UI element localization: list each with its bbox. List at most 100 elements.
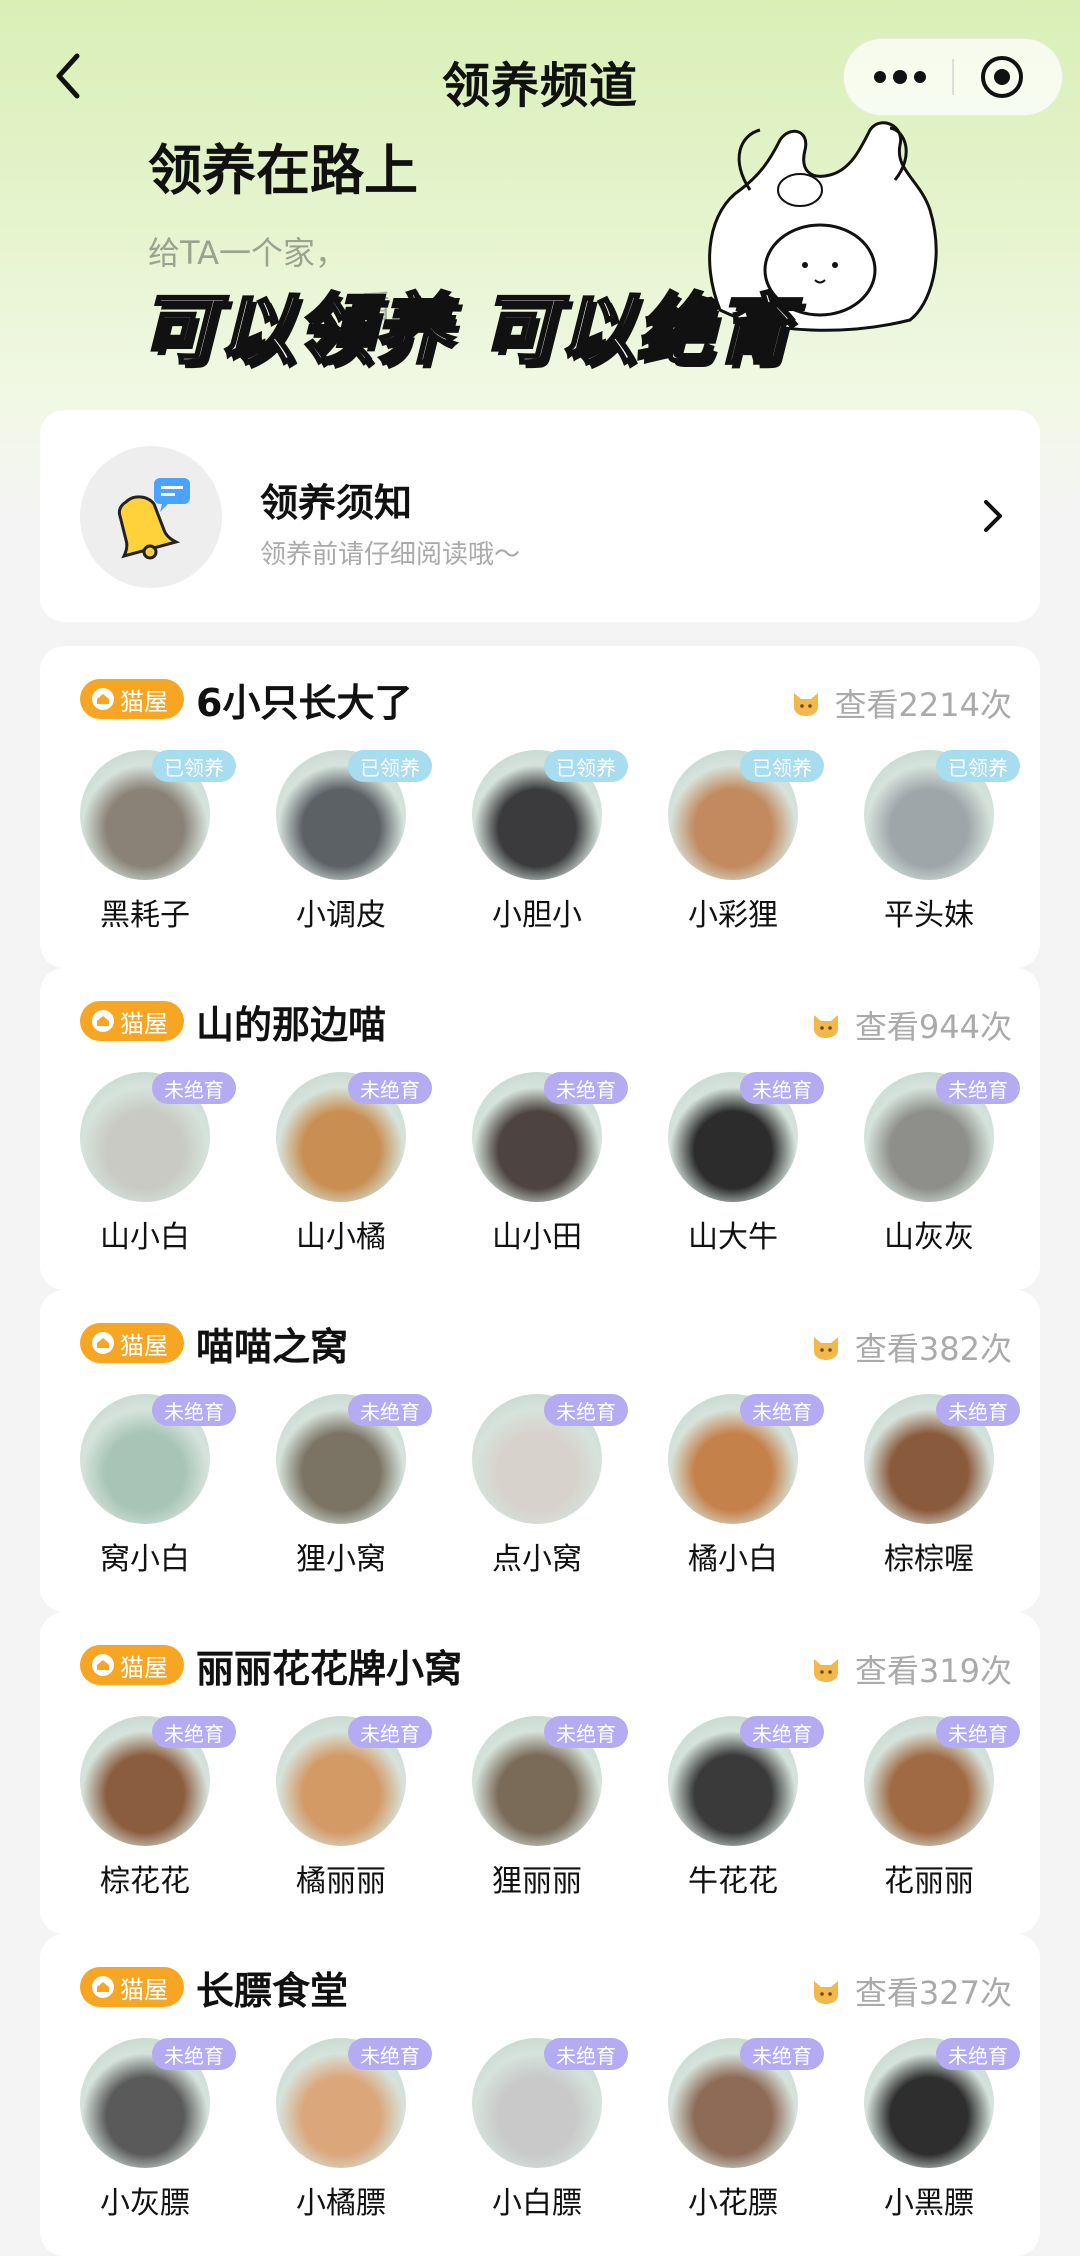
status-badge: 已领养 bbox=[348, 750, 432, 782]
status-badge: 已领养 bbox=[740, 750, 824, 782]
status-badge: 未绝育 bbox=[936, 1394, 1020, 1426]
status-badge: 未绝育 bbox=[740, 1716, 824, 1748]
cat-item[interactable]: 未绝育 小灰膘 bbox=[40, 2038, 236, 2228]
tag-label: 猫屋 bbox=[120, 1975, 168, 2004]
cat-item[interactable]: 未绝育 山小田 bbox=[432, 1072, 628, 1262]
cat-name: 黑耗子 bbox=[100, 898, 190, 933]
cat-house-card[interactable]: 猫屋 长膘食堂 查看327次 未绝育 小灰膘 未绝育 小橘膘 未绝育 小白膘 未… bbox=[40, 1934, 1040, 2256]
cat-item[interactable]: 未绝育 棕棕喔 bbox=[824, 1394, 1020, 1584]
cat-face-icon bbox=[793, 693, 818, 716]
cat-house-tag: 猫屋 bbox=[80, 1967, 184, 2007]
cat-item[interactable]: 未绝育 狸丽丽 bbox=[432, 1716, 628, 1906]
cat-name: 小胆小 bbox=[492, 898, 582, 933]
cat-house-tag: 猫屋 bbox=[80, 1323, 184, 1363]
cat-item[interactable]: 已领养 小调皮 bbox=[236, 750, 432, 940]
chevron-right-icon bbox=[984, 500, 1002, 532]
cat-item[interactable]: 已领养 黑耗子 bbox=[40, 750, 236, 940]
cat-name: 小调皮 bbox=[296, 898, 386, 933]
cat-item[interactable]: 未绝育 点小窝 bbox=[432, 1394, 628, 1584]
view-count[interactable]: 查看2214次 bbox=[791, 680, 1012, 726]
cat-name: 狸小窝 bbox=[296, 1542, 386, 1577]
cat-item[interactable]: 未绝育 牛花花 bbox=[628, 1716, 824, 1906]
cat-item[interactable]: 未绝育 山大牛 bbox=[628, 1072, 824, 1262]
cat-name: 牛花花 bbox=[688, 1864, 778, 1899]
status-badge: 未绝育 bbox=[936, 1716, 1020, 1748]
view-count-label: 查看382次 bbox=[854, 1330, 1012, 1368]
tag-label: 猫屋 bbox=[120, 1653, 168, 1682]
cat-face-icon bbox=[813, 1659, 838, 1682]
cat-item[interactable]: 未绝育 窝小白 bbox=[40, 1394, 236, 1584]
mini-program-capsule bbox=[843, 38, 1063, 116]
cat-name: 小黑膘 bbox=[884, 2186, 974, 2221]
cat-house-tag: 猫屋 bbox=[80, 679, 184, 719]
cat-name: 山小田 bbox=[492, 1220, 582, 1255]
bell-icon-wrap bbox=[80, 446, 222, 588]
notice-title: 领养须知 bbox=[260, 481, 413, 525]
status-badge: 未绝育 bbox=[544, 1394, 628, 1426]
status-badge: 未绝育 bbox=[348, 1394, 432, 1426]
view-count[interactable]: 查看327次 bbox=[811, 1968, 1012, 2014]
cat-house-card[interactable]: 猫屋 喵喵之窝 查看382次 未绝育 窝小白 未绝育 狸小窝 未绝育 点小窝 未… bbox=[40, 1290, 1040, 1612]
cat-item[interactable]: 未绝育 花丽丽 bbox=[824, 1716, 1020, 1906]
cat-name: 山小白 bbox=[100, 1220, 190, 1255]
cat-item[interactable]: 未绝育 山小橘 bbox=[236, 1072, 432, 1262]
cat-item[interactable]: 未绝育 小花膘 bbox=[628, 2038, 824, 2228]
cat-name: 窝小白 bbox=[100, 1542, 190, 1577]
cat-name: 橘小白 bbox=[688, 1542, 778, 1577]
more-button[interactable] bbox=[870, 57, 930, 97]
cat-house-card[interactable]: 猫屋 山的那边喵 查看944次 未绝育 山小白 未绝育 山小橘 未绝育 山小田 … bbox=[40, 968, 1040, 1290]
cat-name: 山灰灰 bbox=[884, 1220, 974, 1255]
cat-list: 未绝育 窝小白 未绝育 狸小窝 未绝育 点小窝 未绝育 橘小白 未绝育 棕棕喔 bbox=[40, 1394, 1040, 1594]
view-count[interactable]: 查看319次 bbox=[811, 1646, 1012, 1692]
status-badge: 未绝育 bbox=[544, 1072, 628, 1104]
target-icon bbox=[981, 56, 1023, 98]
cat-item[interactable]: 已领养 平头妹 bbox=[824, 750, 1020, 940]
cat-item[interactable]: 未绝育 橘小白 bbox=[628, 1394, 824, 1584]
close-mini-program-button[interactable] bbox=[974, 53, 1030, 101]
status-badge: 未绝育 bbox=[152, 1716, 236, 1748]
status-badge: 已领养 bbox=[544, 750, 628, 782]
cat-item[interactable]: 未绝育 狸小窝 bbox=[236, 1394, 432, 1584]
house-name: 长膘食堂 bbox=[196, 1968, 349, 2013]
cat-list: 未绝育 山小白 未绝育 山小橘 未绝育 山小田 未绝育 山大牛 未绝育 山灰灰 bbox=[40, 1072, 1040, 1272]
status-badge: 未绝育 bbox=[152, 1072, 236, 1104]
status-badge: 未绝育 bbox=[544, 2038, 628, 2070]
status-badge: 未绝育 bbox=[348, 1716, 432, 1748]
cat-house-card[interactable]: 猫屋 丽丽花花牌小窝 查看319次 未绝育 棕花花 未绝育 橘丽丽 未绝育 狸丽… bbox=[40, 1612, 1040, 1934]
cat-item[interactable]: 未绝育 橘丽丽 bbox=[236, 1716, 432, 1906]
cat-name: 小彩狸 bbox=[688, 898, 778, 933]
house-header: 猫屋 长膘食堂 bbox=[80, 1964, 348, 2013]
cat-face-icon bbox=[813, 1981, 838, 2004]
home-icon bbox=[92, 688, 114, 710]
cat-item[interactable]: 未绝育 小橘膘 bbox=[236, 2038, 432, 2228]
home-icon bbox=[92, 1654, 114, 1676]
house-header: 猫屋 山的那边喵 bbox=[80, 998, 386, 1047]
cat-item[interactable]: 未绝育 小黑膘 bbox=[824, 2038, 1020, 2228]
view-count-label: 查看944次 bbox=[854, 1008, 1012, 1046]
capsule-divider bbox=[952, 59, 954, 95]
status-badge: 未绝育 bbox=[740, 1072, 824, 1104]
adoption-notice-card[interactable]: 领养须知 领养前请仔细阅读哦～ bbox=[40, 410, 1040, 622]
home-icon bbox=[92, 1976, 114, 1998]
cat-item[interactable]: 未绝育 山灰灰 bbox=[824, 1072, 1020, 1262]
cat-house-card[interactable]: 猫屋 6小只长大了 查看2214次 已领养 黑耗子 已领养 小调皮 已领养 小胆… bbox=[40, 646, 1040, 968]
view-count[interactable]: 查看944次 bbox=[811, 1002, 1012, 1048]
cat-house-tag: 猫屋 bbox=[80, 1001, 184, 1041]
status-badge: 未绝育 bbox=[348, 2038, 432, 2070]
cat-item[interactable]: 未绝育 棕花花 bbox=[40, 1716, 236, 1906]
cat-item[interactable]: 未绝育 山小白 bbox=[40, 1072, 236, 1262]
status-badge: 已领养 bbox=[152, 750, 236, 782]
cat-name: 小白膘 bbox=[492, 2186, 582, 2221]
home-icon bbox=[92, 1010, 114, 1032]
view-count[interactable]: 查看382次 bbox=[811, 1324, 1012, 1370]
tag-label: 猫屋 bbox=[120, 1009, 168, 1038]
cat-item[interactable]: 未绝育 小白膘 bbox=[432, 2038, 628, 2228]
cat-name: 小橘膘 bbox=[296, 2186, 386, 2221]
cat-name: 棕花花 bbox=[100, 1864, 190, 1899]
cat-item[interactable]: 已领养 小胆小 bbox=[432, 750, 628, 940]
view-count-label: 查看327次 bbox=[854, 1974, 1012, 2012]
cat-name: 平头妹 bbox=[884, 898, 974, 933]
cat-item[interactable]: 已领养 小彩狸 bbox=[628, 750, 824, 940]
view-count-label: 查看319次 bbox=[854, 1652, 1012, 1690]
status-badge: 未绝育 bbox=[740, 1394, 824, 1426]
